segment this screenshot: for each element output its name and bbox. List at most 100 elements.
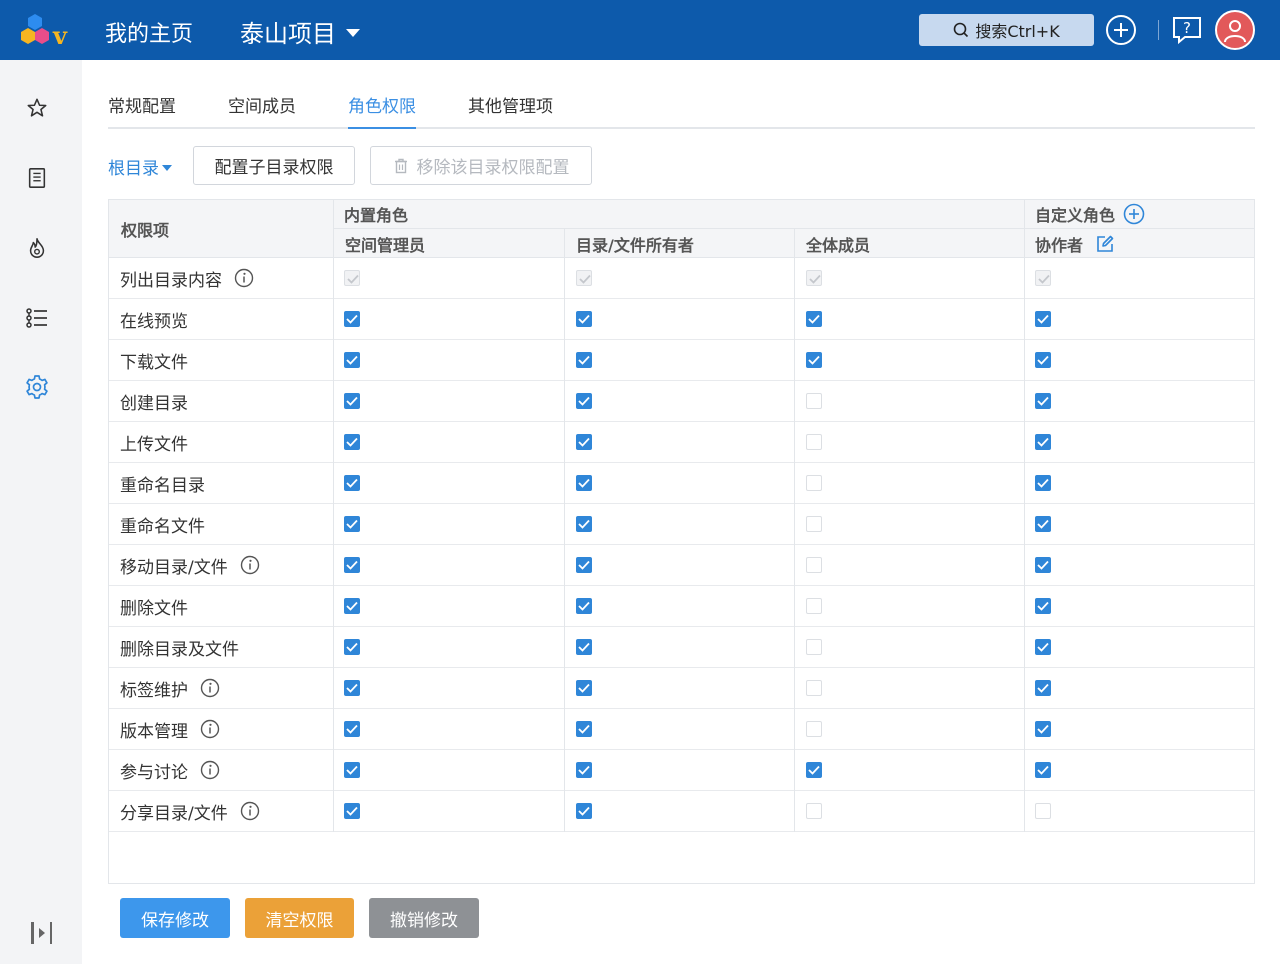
sidebar-item-settings[interactable] [21,371,53,403]
table-row: 在线预览 [109,299,1254,340]
permission-checkbox[interactable] [1035,803,1051,819]
permission-checkbox[interactable] [576,762,592,778]
search-button[interactable]: 搜索Ctrl+K [919,14,1094,46]
permission-checkbox[interactable] [806,598,822,614]
permission-checkbox [344,270,360,286]
help-button[interactable]: ? [1171,14,1203,46]
builtin-roles-header: 内置角色 [344,206,409,225]
permission-name: 参与讨论 [120,762,188,783]
permission-checkbox[interactable] [1035,598,1051,614]
permission-checkbox[interactable] [344,680,360,696]
sidebar-item-list[interactable] [21,302,53,334]
permission-checkbox[interactable] [576,639,592,655]
permission-checkbox[interactable] [806,557,822,573]
permission-checkbox[interactable] [344,434,360,450]
table-row: 移动目录/文件 [109,545,1254,586]
tab-members[interactable]: 空间成员 [228,92,296,129]
permission-checkbox[interactable] [576,557,592,573]
permission-checkbox[interactable] [1035,721,1051,737]
permission-checkbox[interactable] [344,475,360,491]
permission-checkbox[interactable] [1035,393,1051,409]
add-button[interactable] [1104,13,1138,47]
permission-checkbox[interactable] [806,721,822,737]
sidebar-item-favorites[interactable] [21,92,53,124]
permission-checkbox[interactable] [1035,762,1051,778]
add-role-icon[interactable] [1123,203,1145,225]
tab-role-permissions[interactable]: 角色权限 [348,92,416,129]
permission-checkbox[interactable] [806,516,822,532]
permission-toolbar: 根目录 配置子目录权限 移除该目录权限配置 [108,146,1255,186]
permission-checkbox[interactable] [344,557,360,573]
user-icon [1224,20,1246,43]
info-icon[interactable] [240,801,260,821]
permission-checkbox[interactable] [806,393,822,409]
info-icon[interactable] [200,678,220,698]
permission-checkbox[interactable] [806,762,822,778]
permission-checkbox[interactable] [1035,311,1051,327]
permission-checkbox[interactable] [344,762,360,778]
tab-other[interactable]: 其他管理项 [468,92,553,129]
user-avatar[interactable] [1215,10,1255,50]
permission-checkbox[interactable] [576,393,592,409]
permission-checkbox[interactable] [806,434,822,450]
table-row: 分享目录/文件 [109,791,1254,832]
permission-checkbox[interactable] [576,311,592,327]
permission-checkbox[interactable] [344,393,360,409]
permission-checkbox[interactable] [576,680,592,696]
permission-checkbox[interactable] [344,803,360,819]
project-switcher[interactable]: 泰山项目 [240,14,360,49]
permission-name: 版本管理 [120,721,188,742]
permission-name: 标签维护 [120,680,188,701]
sidebar-item-documents[interactable] [21,162,53,194]
config-subdir-button[interactable]: 配置子目录权限 [193,146,355,185]
permission-name: 上传文件 [120,434,188,455]
role-header-collaborator: 协作者 [1035,229,1115,258]
permission-checkbox[interactable] [576,475,592,491]
app-logo[interactable]: v [20,12,76,48]
permission-checkbox[interactable] [576,516,592,532]
edit-icon[interactable] [1095,234,1115,254]
permission-checkbox[interactable] [576,434,592,450]
col-divider [333,200,334,832]
permission-checkbox[interactable] [344,598,360,614]
permission-checkbox[interactable] [344,721,360,737]
permission-checkbox[interactable] [806,803,822,819]
sidebar-item-hot[interactable] [21,232,53,264]
info-icon[interactable] [200,760,220,780]
permission-checkbox[interactable] [576,721,592,737]
remove-config-button[interactable]: 移除该目录权限配置 [370,146,592,185]
permission-checkbox[interactable] [1035,680,1051,696]
info-icon[interactable] [200,719,220,739]
permission-checkbox[interactable] [1035,352,1051,368]
permission-checkbox[interactable] [806,311,822,327]
permission-checkbox[interactable] [1035,475,1051,491]
permission-checkbox[interactable] [806,352,822,368]
info-icon[interactable] [240,555,260,575]
permission-checkbox[interactable] [1035,639,1051,655]
revert-button[interactable]: 撤销修改 [369,898,479,938]
permission-checkbox[interactable] [1035,516,1051,532]
permission-checkbox[interactable] [806,680,822,696]
clear-permissions-button[interactable]: 清空权限 [245,898,354,938]
tab-general[interactable]: 常规配置 [108,92,176,129]
permission-checkbox[interactable] [576,803,592,819]
directory-select[interactable]: 根目录 [108,154,172,179]
info-icon[interactable] [234,268,254,288]
permission-checkbox[interactable] [344,352,360,368]
permission-label: 分享目录/文件 [120,791,260,831]
permission-checkbox[interactable] [806,475,822,491]
permission-checkbox[interactable] [344,311,360,327]
permission-checkbox[interactable] [344,516,360,532]
save-button[interactable]: 保存修改 [120,898,230,938]
role-header-space-admin: 空间管理员 [345,235,426,255]
permission-checkbox[interactable] [1035,557,1051,573]
permission-checkbox[interactable] [1035,434,1051,450]
permission-name: 下载文件 [120,352,188,373]
permission-checkbox[interactable] [576,352,592,368]
sidebar-collapse-button[interactable] [26,917,58,949]
permission-checkbox[interactable] [576,598,592,614]
table-row: 版本管理 [109,709,1254,750]
nav-home[interactable]: 我的主页 [105,16,193,48]
permission-checkbox[interactable] [344,639,360,655]
permission-checkbox[interactable] [806,639,822,655]
